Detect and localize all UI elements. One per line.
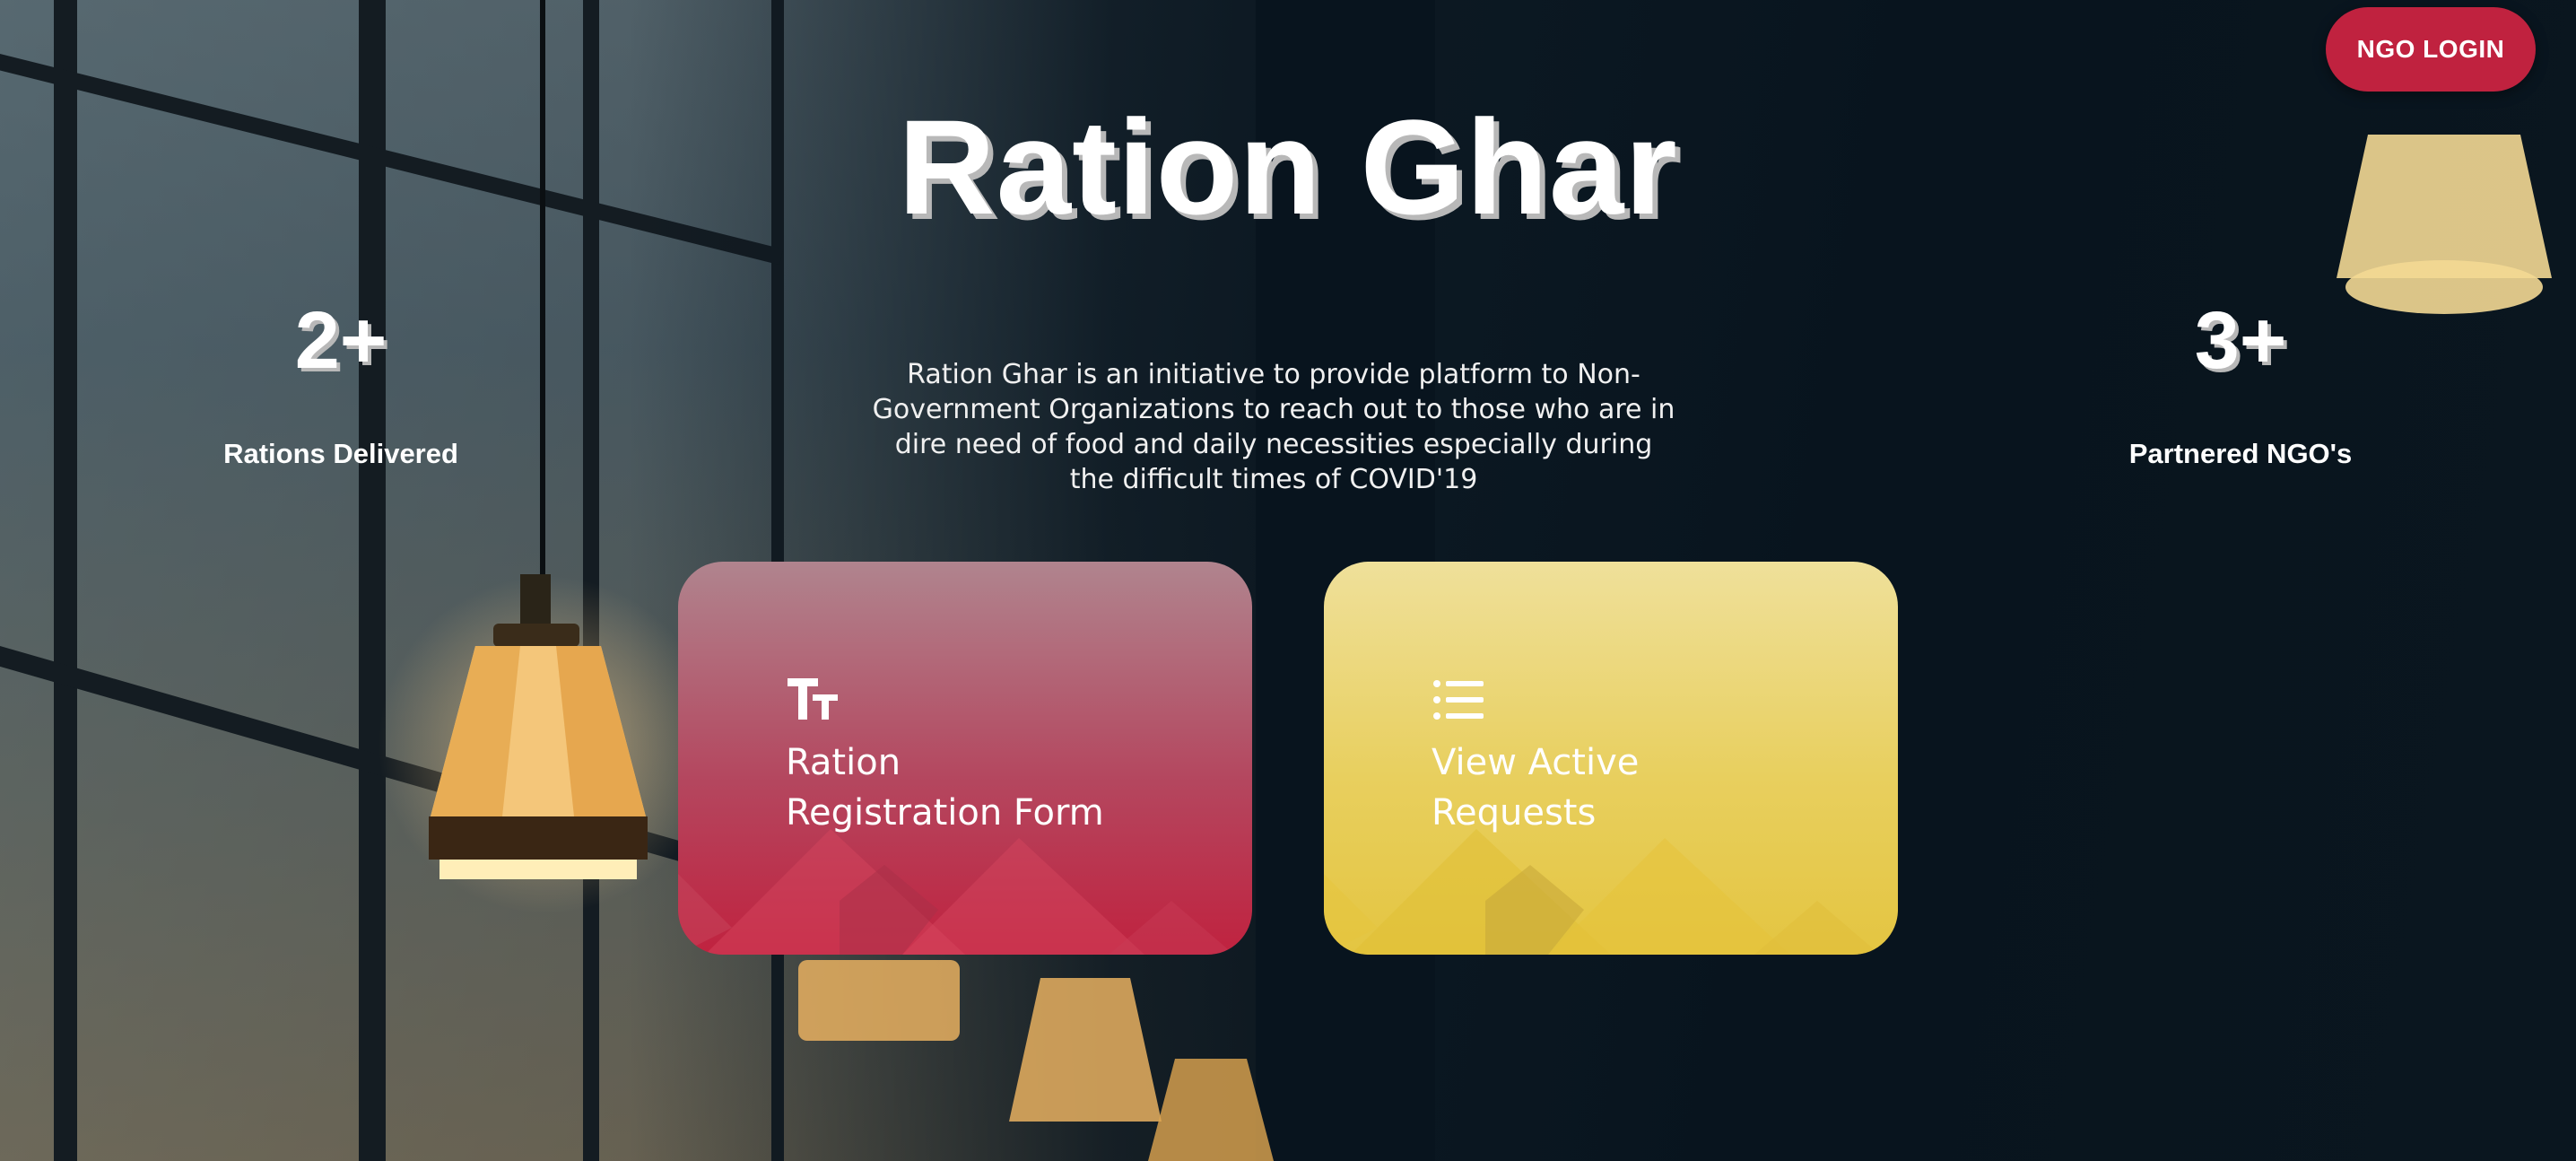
stat-rations-delivered: 2+ Rations Delivered	[179, 296, 502, 470]
card-label-line: View Active	[1432, 742, 1640, 783]
card-label: Ration Registration Form	[786, 738, 1198, 838]
stat-value: 3+	[2194, 296, 2287, 386]
lamp-cord	[540, 0, 545, 583]
page-background: NGO LOGIN Ration Ghar 2+ Rations Deliver…	[0, 0, 2576, 1161]
pendant-lamp-image	[429, 574, 648, 879]
ngo-login-button[interactable]: NGO LOGIN	[2326, 7, 2536, 92]
stat-label: Rations Delivered	[223, 438, 458, 469]
text-size-icon	[788, 678, 838, 720]
hero-description: Ration Ghar is an initiative to provide …	[872, 359, 1675, 495]
list-icon	[1433, 680, 1484, 720]
page-title: Ration Ghar	[898, 92, 1678, 242]
card-label: View Active Requests	[1432, 738, 1844, 838]
pendant-lamp-image	[1148, 1059, 1274, 1161]
card-label-line: Requests	[1432, 792, 1597, 834]
pendant-lamp-image	[798, 960, 960, 1041]
stat-value: 2+	[294, 296, 387, 386]
stat-partnered-ngos: 3+ Partnered NGO's	[2079, 296, 2402, 470]
card-label-line: Registration Form	[786, 792, 1104, 834]
view-active-requests-card[interactable]: View Active Requests	[1324, 562, 1898, 955]
card-label-line: Ration	[786, 742, 901, 783]
ration-registration-card[interactable]: Ration Registration Form	[678, 562, 1252, 955]
stat-label: Partnered NGO's	[2128, 438, 2353, 469]
